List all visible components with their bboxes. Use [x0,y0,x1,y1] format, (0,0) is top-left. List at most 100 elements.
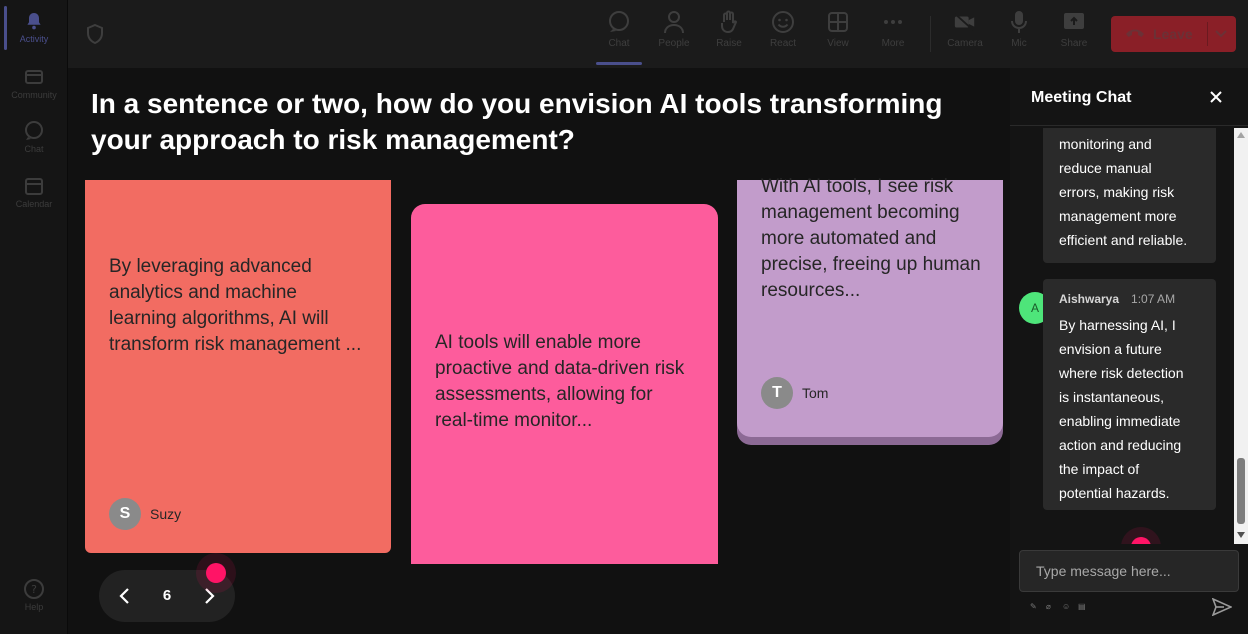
scroll-up-icon[interactable] [1237,132,1245,138]
card-author: S Suzy [109,498,181,530]
card-author: T Tom [761,377,828,409]
leave-divider [1207,22,1208,46]
chat-message: monitoring and reduce manual errors, mak… [1043,128,1216,263]
react-label: React [769,38,797,49]
message-line: envision a future [1059,341,1162,357]
card-text: With AI tools, I see risk management bec… [761,176,981,301]
rail-item-chat[interactable]: Chat [0,120,68,154]
view-button[interactable]: View [816,10,860,60]
chat-message-input[interactable] [1019,550,1239,592]
hang-up-icon [1125,26,1145,42]
hand-icon [717,10,741,34]
response-card[interactable]: By leveraging advanced analytics and mac… [85,180,391,553]
rail-item-calendar[interactable]: Calendar [0,175,68,209]
share-button[interactable]: Share [1052,10,1096,60]
message-line: action and reducing [1059,437,1182,453]
mic-label: Mic [1011,38,1027,49]
calendar-icon [23,175,45,197]
message-meta: Aishwarya 1:07 AM [1059,287,1200,311]
message-line: management more [1059,208,1177,224]
message-line: potential hazards. [1059,485,1170,501]
response-card[interactable]: AI tools will enable more proactive and … [411,204,718,564]
bell-icon [23,10,45,32]
community-icon [23,66,45,88]
people-icon [662,10,686,34]
message-line: efficient and reliable. [1059,232,1188,248]
meeting-toolbar: Chat People Raise React View More Camera… [68,0,1248,68]
raise-hand-button[interactable]: Raise [707,10,751,60]
shield-icon[interactable] [86,23,104,49]
message-line: By harnessing AI, I [1059,317,1176,333]
smiley-icon [771,10,795,34]
page-number: 6 [162,587,172,604]
brainstorm-stage: In a sentence or two, how do you envisio… [68,68,1010,634]
rail-item-activity[interactable]: Activity [0,10,68,44]
rail-item-community[interactable]: Community [0,66,68,100]
message-line: monitoring and [1059,136,1152,152]
close-icon[interactable] [1207,88,1225,106]
camera-button[interactable]: Camera [943,10,987,60]
question-title: In a sentence or two, how do you envisio… [91,88,943,155]
people-button[interactable]: People [652,10,696,60]
toolbar-divider [930,16,931,52]
camera-off-icon [953,10,977,34]
rail-item-label: Community [11,90,57,100]
leave-label: Leave [1153,26,1193,42]
chat-active-indicator [596,62,642,65]
chat-button[interactable]: Chat [597,10,641,60]
chat-header: Meeting Chat [1010,68,1248,126]
message-line: enabling immediate [1059,413,1181,429]
mic-button[interactable]: Mic [997,10,1041,60]
chevron-down-icon[interactable] [1214,26,1228,43]
response-card[interactable]: With AI tools, I see risk management bec… [737,176,1003,437]
gif-icon[interactable]: ▤ [1078,603,1086,611]
grid-view-icon [826,10,850,34]
view-label: View [827,38,849,49]
chat-scrollbar[interactable] [1234,128,1248,544]
cursor-indicator [206,563,226,583]
scrollbar-thumb[interactable] [1237,458,1245,524]
author-name: Suzy [150,506,182,522]
send-icon[interactable] [1211,597,1234,618]
card-text: AI tools will enable more proactive and … [435,332,685,431]
chat-icon [23,120,45,142]
author-name: Tom [802,385,829,401]
people-button-label: People [658,38,690,49]
message-line: where risk detection [1059,365,1184,381]
camera-label: Camera [947,38,983,49]
rail-item-label: Help [24,602,44,612]
raise-hand-label: Raise [716,38,742,49]
attach-icon[interactable]: ⌀ [1046,603,1054,611]
more-dots-icon [881,10,905,34]
avatar: S [109,498,141,530]
share-label: Share [1060,38,1088,49]
message-line: reduce manual [1059,160,1152,176]
more-label: More [881,38,905,49]
cursor-indicator [1131,537,1151,544]
message-line: errors, making risk [1059,184,1175,200]
react-button[interactable]: React [761,10,805,60]
message-line: the impact of [1059,461,1140,477]
format-icon[interactable]: ✎ [1030,603,1038,611]
more-button[interactable]: More [871,10,915,60]
message-author: Aishwarya [1059,292,1120,306]
chat-message: Aishwarya 1:07 AM By harnessing AI, I en… [1043,279,1216,510]
card-text: By leveraging advanced analytics and mac… [109,256,362,355]
emoji-icon[interactable]: ☺ [1062,603,1070,611]
avatar: T [761,377,793,409]
rail-item-label: Calendar [15,199,53,209]
leave-button[interactable]: Leave [1111,16,1236,52]
chevron-left-icon[interactable] [115,586,135,606]
chat-button-label: Chat [608,38,630,49]
chat-messages: monitoring and reduce manual errors, mak… [1010,128,1234,544]
svg-text:?: ? [31,583,37,596]
app-rail: Activity Community Chat Calendar ? Help [0,0,68,634]
message-line: is instantaneous, [1059,389,1165,405]
rail-item-help[interactable]: ? Help [0,578,68,612]
chevron-right-icon[interactable] [199,586,219,606]
scroll-down-icon[interactable] [1237,532,1245,538]
share-screen-icon [1062,10,1086,34]
help-icon: ? [23,578,45,600]
compose-toolbar: ✎ ⌀ ☺ ▤ [1030,603,1094,611]
message-time: 1:07 AM [1131,292,1176,306]
